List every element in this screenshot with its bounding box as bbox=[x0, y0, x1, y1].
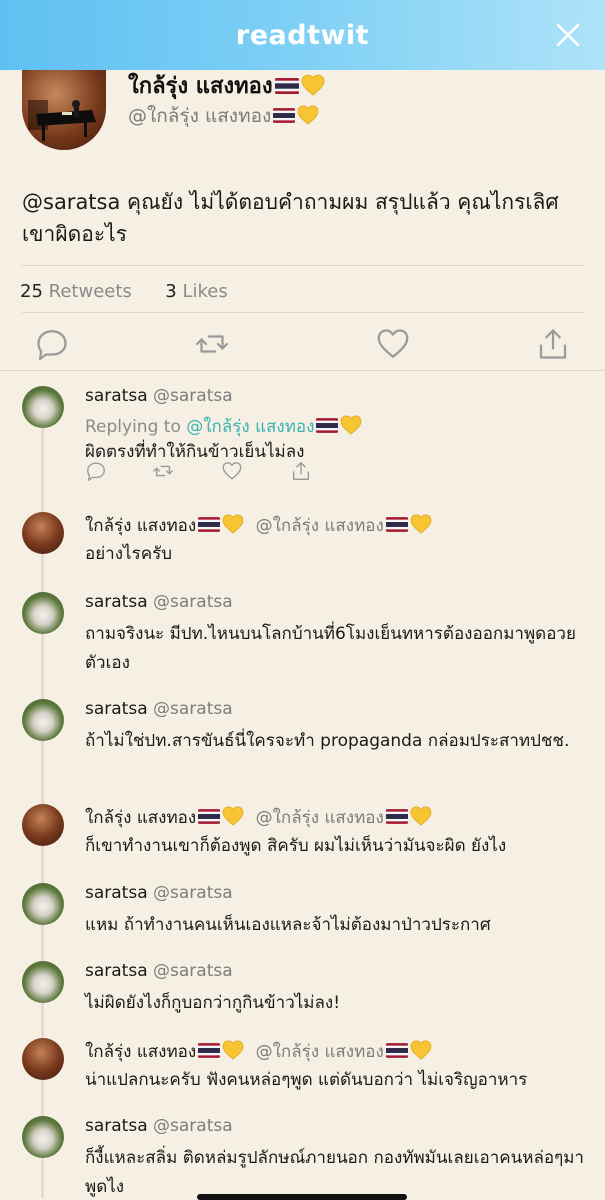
reply-author-handle: @saratsa bbox=[153, 1116, 233, 1136]
reply-text: ถ้าไม่ใช่ปท.สารขันธ์นี่ใครจะทำ propagand… bbox=[85, 731, 570, 751]
app-header: readtwit bbox=[0, 0, 605, 70]
reply-author: saratsa @saratsa bbox=[85, 961, 233, 981]
share-icon[interactable] bbox=[535, 326, 571, 362]
thailand-flag-icon bbox=[273, 108, 295, 123]
reply-author-handle: @ใกล้รุ่ง แสงทอง bbox=[255, 808, 384, 828]
thailand-flag-icon bbox=[386, 809, 408, 824]
retweets-label[interactable]: Retweets bbox=[49, 281, 132, 302]
reply-author: ใกล้รุ่ง แสงทอง @ใกล้รุ่ง แสงทอง bbox=[85, 804, 432, 831]
avatar[interactable] bbox=[22, 1116, 64, 1158]
heart-icon[interactable] bbox=[221, 460, 243, 482]
reply-author-handle: @ใกล้รุ่ง แสงทอง bbox=[255, 516, 384, 536]
main-tweet-author-handle[interactable]: @ใกล้รุ่ง แสงทอง bbox=[128, 101, 319, 131]
main-avatar[interactable] bbox=[22, 70, 106, 150]
yellow-heart-icon bbox=[410, 1040, 432, 1060]
avatar[interactable] bbox=[22, 699, 64, 741]
replying-to: Replying to @ใกล้รุ่ง แสงทอง bbox=[85, 413, 362, 440]
thailand-flag-icon bbox=[198, 517, 220, 532]
yellow-heart-icon bbox=[222, 806, 244, 826]
yellow-heart-icon bbox=[410, 514, 432, 534]
reply-author-name: ใกล้รุ่ง แสงทอง bbox=[85, 808, 197, 828]
divider bbox=[22, 312, 584, 313]
yellow-heart-icon bbox=[340, 415, 362, 435]
reply-actions bbox=[85, 460, 325, 484]
thailand-flag-icon bbox=[386, 1043, 408, 1058]
reply-icon[interactable] bbox=[34, 326, 70, 362]
thailand-flag-icon bbox=[198, 809, 220, 824]
reply-icon[interactable] bbox=[85, 460, 107, 482]
yellow-heart-icon bbox=[222, 514, 244, 534]
reply-author-handle: @saratsa bbox=[153, 386, 233, 406]
divider bbox=[22, 265, 584, 266]
avatar[interactable] bbox=[22, 804, 64, 846]
author-name-text: ใกล้รุ่ง แสงทอง bbox=[128, 74, 273, 99]
reply-author-name: ใกล้รุ่ง แสงทอง bbox=[85, 516, 197, 536]
piano-avatar-image bbox=[28, 100, 96, 141]
reply-text: ไม่ผิดยังไงก็กูบอกว่ากูกินข้าวไม่ลง! bbox=[85, 993, 341, 1013]
likes-label[interactable]: Likes bbox=[182, 281, 227, 302]
reply-author-handle: @ใกล้รุ่ง แสงทอง bbox=[255, 1042, 384, 1062]
close-icon[interactable] bbox=[553, 20, 583, 50]
reply-author-name: ใกล้รุ่ง แสงทอง bbox=[85, 1042, 197, 1062]
main-tweet-actions bbox=[0, 326, 605, 366]
reply-text: น่าแปลกนะครับ ฟังคนหล่อๆพูด แต่ดันบอกว่า… bbox=[85, 1070, 528, 1090]
reply-author-name: saratsa bbox=[85, 386, 148, 406]
home-indicator[interactable] bbox=[197, 1194, 407, 1200]
reply-author-name: saratsa bbox=[85, 699, 148, 719]
reply-author: saratsa @saratsa bbox=[85, 883, 233, 903]
reply-author: saratsa @saratsa bbox=[85, 592, 233, 612]
replying-label: Replying to bbox=[85, 417, 181, 437]
reply-author-handle: @saratsa bbox=[153, 883, 233, 903]
retweet-icon[interactable] bbox=[152, 460, 174, 482]
replying-mention-link[interactable]: @ใกล้รุ่ง แสงทอง bbox=[186, 417, 314, 437]
yellow-heart-icon bbox=[222, 1040, 244, 1060]
reply-author: saratsa @saratsa bbox=[85, 699, 233, 719]
reply-author-name: saratsa bbox=[85, 592, 148, 612]
reply-author: ใกล้รุ่ง แสงทอง @ใกล้รุ่ง แสงทอง bbox=[85, 1038, 432, 1065]
avatar[interactable] bbox=[22, 883, 64, 925]
app-title: readtwit bbox=[235, 19, 370, 51]
reply-text: ก็เขาทำงานเขาก็ต้องพูด สิครับ ผมไม่เห็นว… bbox=[85, 836, 507, 856]
tweet-stats: 25 Retweets 3 Likes bbox=[20, 281, 228, 302]
thailand-flag-icon bbox=[275, 78, 299, 94]
thailand-flag-icon bbox=[316, 418, 338, 433]
reply-author: saratsa @saratsa bbox=[85, 386, 233, 406]
avatar[interactable] bbox=[22, 386, 64, 428]
heart-icon[interactable] bbox=[375, 326, 411, 362]
reply-text: แหม ถ้าทำงานคนเห็นเองแหละจ้าไม่ต้องมาป่า… bbox=[85, 915, 491, 935]
yellow-heart-icon bbox=[410, 806, 432, 826]
retweet-icon[interactable] bbox=[194, 326, 230, 362]
likes-count: 3 bbox=[165, 281, 177, 302]
avatar[interactable] bbox=[22, 592, 64, 634]
avatar[interactable] bbox=[22, 961, 64, 1003]
reply-author-handle: @saratsa bbox=[153, 961, 233, 981]
thailand-flag-icon bbox=[198, 1043, 220, 1058]
divider bbox=[0, 370, 605, 371]
reply-author-handle: @saratsa bbox=[153, 699, 233, 719]
thailand-flag-icon bbox=[386, 517, 408, 532]
author-handle-text: @ใกล้รุ่ง แสงทอง bbox=[128, 105, 272, 127]
reply-author-name: saratsa bbox=[85, 961, 148, 981]
reply-author-name: saratsa bbox=[85, 883, 148, 903]
main-tweet-text: @saratsa คุณยัง ไม่ได้ตอบคำถามผม สรุปแล้… bbox=[22, 190, 559, 246]
reply-text: ก็งี้แหละสลิ่ม ติดหล่มรูปลักษณ์ภายนอก กอ… bbox=[85, 1148, 584, 1197]
yellow-heart-icon bbox=[301, 74, 325, 96]
retweets-count: 25 bbox=[20, 281, 43, 302]
reply-text: อย่างไรครับ bbox=[85, 544, 172, 564]
reply-text: ถามจริงนะ มีปท.ไหนบนโลกบ้านที่6โมงเย็นทห… bbox=[85, 624, 576, 673]
reply-author-handle: @saratsa bbox=[153, 592, 233, 612]
reply-author: ใกล้รุ่ง แสงทอง @ใกล้รุ่ง แสงทอง bbox=[85, 512, 432, 539]
avatar[interactable] bbox=[22, 512, 64, 554]
share-icon[interactable] bbox=[290, 460, 312, 482]
reply-author: saratsa @saratsa bbox=[85, 1116, 233, 1136]
reply-author-name: saratsa bbox=[85, 1116, 148, 1136]
yellow-heart-icon bbox=[297, 105, 319, 125]
main-tweet-author-name[interactable]: ใกล้รุ่ง แสงทอง bbox=[128, 68, 325, 103]
avatar[interactable] bbox=[22, 1038, 64, 1080]
